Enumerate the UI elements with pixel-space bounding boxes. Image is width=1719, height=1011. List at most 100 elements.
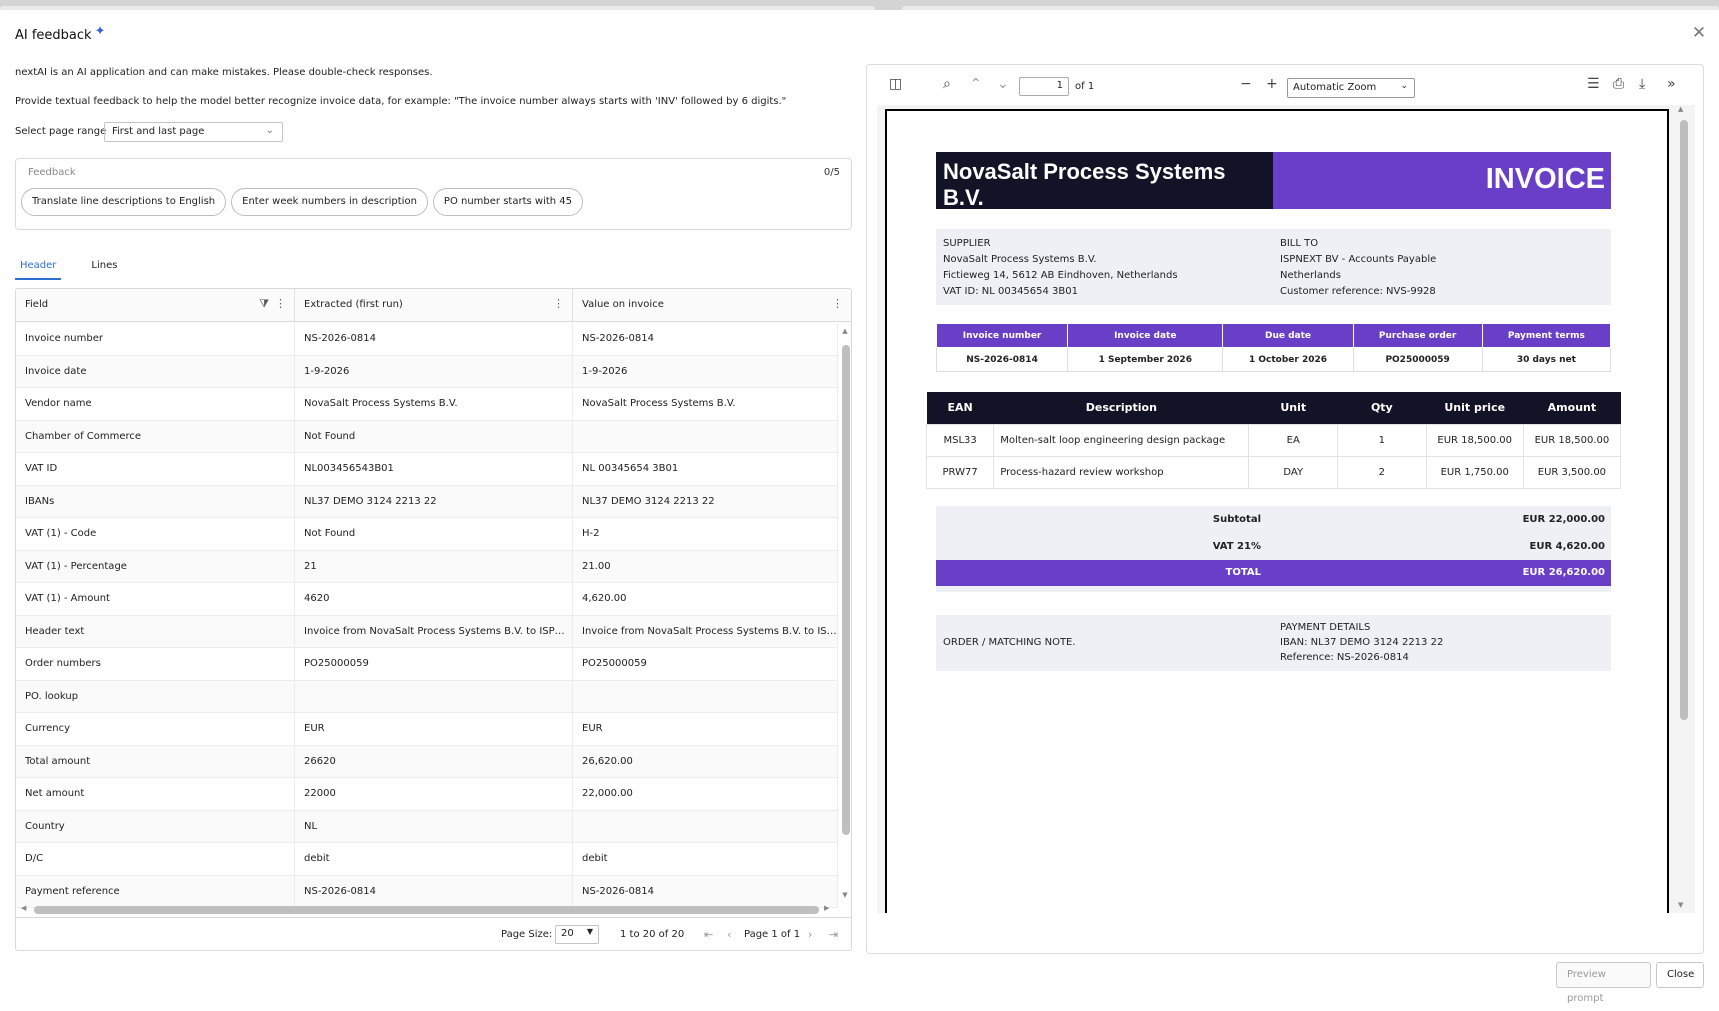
cell-extracted[interactable]: 4620 (295, 583, 573, 615)
table-row[interactable]: Header text Invoice from NovaSalt Process… (16, 615, 838, 648)
next-page-icon[interactable]: › (808, 928, 812, 941)
column-menu-icon[interactable]: ⋮ (275, 297, 286, 311)
cell-extracted[interactable]: 21 (295, 550, 573, 583)
cell-extracted[interactable]: Not Found (295, 420, 573, 453)
table-row[interactable]: Order numbers PO25000059 PO25000059 (16, 648, 838, 681)
table-row[interactable]: VAT (1) - Amount 4620 4,620.00 (16, 583, 838, 616)
table-row[interactable]: Total amount 26620 26,620.00 (16, 745, 838, 778)
tab-header[interactable]: Header (15, 256, 62, 280)
cell-extracted[interactable]: NS-2026-0814 (295, 875, 573, 908)
scrollbar-thumb[interactable] (842, 345, 850, 835)
cell-field[interactable]: VAT (1) - Percentage (16, 550, 295, 583)
feedback-input[interactable]: Feedback 0/5 Translate line descriptions… (15, 158, 852, 230)
cell-field[interactable]: VAT (1) - Amount (16, 583, 295, 615)
table-row[interactable]: D/C debit debit (16, 843, 838, 876)
cell-invoice[interactable]: 21.00 (573, 550, 838, 583)
table-row[interactable]: VAT (1) - Percentage 21 21.00 (16, 550, 838, 583)
cell-extracted[interactable]: NovaSalt Process Systems B.V. (295, 388, 573, 420)
cell-field[interactable]: Order numbers (16, 648, 295, 680)
preview-prompt-button[interactable]: Preview prompt (1556, 962, 1651, 1004)
scroll-down-icon[interactable]: ▼ (1678, 901, 1683, 909)
cell-invoice[interactable]: NL 00345654 3B01 (573, 453, 838, 485)
scroll-up-icon[interactable]: ▲ (840, 327, 850, 335)
cell-field[interactable]: VAT ID (16, 453, 295, 485)
table-row[interactable]: PO. lookup (16, 680, 838, 713)
zoom-out-icon[interactable]: − (1240, 76, 1252, 92)
table-row[interactable]: IBANs NL37 DEMO 3124 2213 22 NL37 DEMO 312… (16, 485, 838, 518)
suggestion-chip[interactable]: Enter week numbers in description (231, 188, 428, 216)
horizontal-scrollbar[interactable]: ◀ ▶ (16, 904, 851, 916)
scrollbar-thumb[interactable] (1680, 120, 1688, 720)
chevron-down-icon[interactable]: ⌄ (997, 76, 1009, 92)
cell-invoice[interactable]: 22,000.00 (573, 778, 838, 810)
cell-extracted[interactable]: PO25000059 (295, 648, 573, 680)
table-row[interactable]: Invoice number NS-2026-0814 NS-2026-0814 (16, 323, 838, 356)
cell-field[interactable]: IBANs (16, 485, 295, 518)
sidebar-toggle-icon[interactable]: ◫ (889, 76, 902, 92)
column-header-field[interactable]: Field ⧩ ⋮ (16, 289, 295, 322)
cell-invoice[interactable]: H-2 (573, 518, 838, 550)
cell-extracted[interactable]: NL (295, 810, 573, 843)
search-icon[interactable]: ⌕ (943, 76, 951, 92)
cell-invoice[interactable]: 26,620.00 (573, 745, 838, 778)
cell-extracted[interactable]: 1-9-2026 (295, 355, 573, 388)
cell-invoice[interactable]: NS-2026-0814 (573, 323, 838, 355)
cell-invoice[interactable] (573, 420, 838, 453)
cell-field[interactable]: PO. lookup (16, 680, 295, 713)
cell-invoice[interactable] (573, 680, 838, 713)
cell-invoice[interactable]: EUR (573, 713, 838, 745)
pdf-scrollbar[interactable]: ▲ ▼ (1677, 105, 1689, 913)
cell-extracted[interactable]: NS-2026-0814 (295, 323, 573, 355)
previous-page-icon[interactable]: ‹ (727, 928, 731, 941)
close-button[interactable]: Close (1656, 962, 1704, 988)
cell-field[interactable]: Payment reference (16, 875, 295, 908)
scroll-right-icon[interactable]: ▶ (824, 904, 829, 912)
cell-extracted[interactable] (295, 680, 573, 713)
document-outline-icon[interactable]: ☰ (1587, 76, 1600, 92)
download-icon[interactable]: ⤓ (1639, 76, 1645, 92)
cell-field[interactable]: Invoice date (16, 355, 295, 388)
cell-extracted[interactable]: NL003456543B01 (295, 453, 573, 485)
cell-invoice[interactable] (573, 810, 838, 843)
cell-extracted[interactable]: Not Found (295, 518, 573, 550)
cell-extracted[interactable]: Invoice from NovaSalt Process Systems B.… (295, 615, 573, 648)
table-row[interactable]: Vendor name NovaSalt Process Systems B.V.… (16, 388, 838, 421)
cell-field[interactable]: Currency (16, 713, 295, 745)
scroll-left-icon[interactable]: ◀ (21, 904, 26, 912)
scroll-up-icon[interactable]: ▲ (1678, 105, 1683, 113)
more-tools-icon[interactable]: » (1667, 76, 1676, 92)
cell-field[interactable]: Header text (16, 615, 295, 648)
table-row[interactable]: VAT (1) - Code Not Found H-2 (16, 518, 838, 551)
cell-invoice[interactable]: 4,620.00 (573, 583, 838, 615)
cell-invoice[interactable]: PO25000059 (573, 648, 838, 680)
scroll-down-icon[interactable]: ▼ (840, 891, 850, 899)
close-icon[interactable]: ✕ (1690, 24, 1708, 42)
first-page-icon[interactable]: ⇤ (704, 928, 713, 941)
cell-invoice[interactable]: Invoice from NovaSalt Process Systems B.… (573, 615, 838, 648)
cell-field[interactable]: Country (16, 810, 295, 843)
column-header-extracted[interactable]: Extracted (first run) ⋮ (295, 289, 573, 322)
last-page-icon[interactable]: ⇥ (829, 928, 838, 941)
suggestion-chip[interactable]: Translate line descriptions to English (21, 188, 227, 216)
table-row[interactable]: VAT ID NL003456543B01 NL 00345654 3B01 (16, 453, 838, 486)
table-row[interactable]: Country NL (16, 810, 838, 843)
chevron-up-icon[interactable]: ⌃ (970, 76, 982, 92)
cell-invoice[interactable]: NL37 DEMO 3124 2213 22 (573, 485, 838, 518)
table-row[interactable]: Currency EUR EUR (16, 713, 838, 746)
page-number-input[interactable]: 1 (1019, 77, 1069, 96)
cell-field[interactable]: Vendor name (16, 388, 295, 420)
table-row[interactable]: Net amount 22000 22,000.00 (16, 778, 838, 811)
suggestion-chip[interactable]: PO number starts with 45 (432, 188, 584, 216)
cell-field[interactable]: D/C (16, 843, 295, 875)
cell-extracted[interactable]: EUR (295, 713, 573, 745)
cell-field[interactable]: Net amount (16, 778, 295, 810)
page-range-select[interactable]: First and last page ⌄ (104, 122, 283, 142)
cell-field[interactable]: Total amount (16, 745, 295, 778)
cell-extracted[interactable]: 26620 (295, 745, 573, 778)
cell-invoice[interactable]: 1-9-2026 (573, 355, 838, 388)
filter-icon[interactable]: ⧩ (259, 297, 269, 311)
column-menu-icon[interactable]: ⋮ (832, 297, 843, 310)
column-menu-icon[interactable]: ⋮ (553, 297, 564, 310)
print-icon[interactable]: ⎙ (1613, 76, 1624, 92)
cell-invoice[interactable]: NS-2026-0814 (573, 875, 838, 908)
